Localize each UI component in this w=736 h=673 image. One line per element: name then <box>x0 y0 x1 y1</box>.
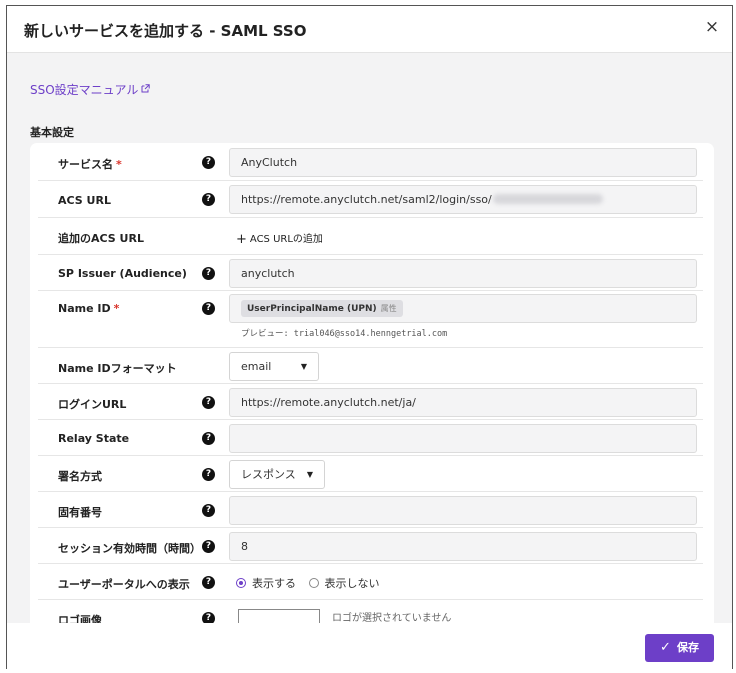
session-hours-input[interactable]: 8 <box>229 532 697 561</box>
row-service-name: サービス名 * ? AnyClutch <box>38 143 703 181</box>
required-mark: * <box>113 302 120 315</box>
row-relay-state: Relay State ? <box>38 420 703 456</box>
redacted-text <box>492 194 603 204</box>
sso-manual-link-label: SSO設定マニュアル <box>30 83 139 97</box>
help-icon[interactable]: ? <box>202 156 215 169</box>
row-login-url: ログインURL ? https://remote.anyclutch.net/j… <box>38 384 703 420</box>
name-id-format-label: Name IDフォーマット <box>58 362 177 375</box>
dialog-footer: ✓ 保存 <box>7 623 732 670</box>
radio-hide[interactable]: 表示しない <box>308 575 380 591</box>
help-icon[interactable]: ? <box>202 302 215 315</box>
chevron-down-icon: ▼ <box>306 470 313 479</box>
name-id-input[interactable]: UserPrincipalName (UPN) 属性 <box>229 294 697 323</box>
row-portal-display: ユーザーポータルへの表示 ? 表示する 表示しない <box>38 564 703 600</box>
required-mark: * <box>116 158 122 171</box>
relay-state-label: Relay State <box>58 432 130 445</box>
dialog-body: SSO設定マニュアル 基本設定 サービス名 * ? AnyClutch ACS U… <box>7 53 732 623</box>
add-service-dialog: 新しいサービスを追加する - SAML SSO × SSO設定マニュアル 基本設… <box>6 5 733 670</box>
radio-unselected-icon <box>308 578 319 588</box>
row-unique-number: 固有番号 ? <box>38 492 703 528</box>
help-icon[interactable]: ? <box>202 396 215 409</box>
check-icon: ✓ <box>660 640 671 655</box>
name-id-preview: プレビュー: trial046@sso14.henngetrial.com <box>241 329 448 339</box>
plus-icon: + <box>236 232 247 247</box>
help-icon[interactable]: ? <box>202 432 215 445</box>
row-sp-issuer: SP Issuer (Audience) ? anyclutch <box>38 255 703 291</box>
logo-image-label: ロゴ画像 <box>58 614 102 623</box>
session-hours-label: セッション有効時間（時間） <box>58 542 201 555</box>
acs-url-input[interactable]: https://remote.anyclutch.net/saml2/login… <box>229 185 697 214</box>
unique-number-input[interactable] <box>229 496 697 525</box>
add-acs-url-button[interactable]: + ACS URLの追加 <box>236 230 323 247</box>
signature-method-select[interactable]: レスポンス ▼ <box>229 460 325 489</box>
radio-show[interactable]: 表示する <box>236 575 296 591</box>
row-logo-image: ロゴ画像 ? ロゴが選択されていません <box>38 600 703 623</box>
sso-manual-link[interactable]: SSO設定マニュアル <box>30 81 151 98</box>
service-name-label: サービス名 * <box>58 158 122 171</box>
row-signature-method: 署名方式 ? レスポンス ▼ <box>38 456 703 492</box>
tag-kind: 属性 <box>380 304 397 313</box>
dialog-title: 新しいサービスを追加する - SAML SSO <box>24 22 307 40</box>
service-name-input[interactable]: AnyClutch <box>229 148 697 177</box>
row-name-id: Name ID * ? UserPrincipalName (UPN) 属性 プレビ… <box>38 291 703 348</box>
logo-status: ロゴが選択されていません <box>332 613 452 623</box>
row-acs-url: ACS URL ? https://remote.anyclutch.net/s… <box>38 181 703 218</box>
radio-selected-icon <box>236 578 246 588</box>
help-icon[interactable]: ? <box>202 468 215 481</box>
help-icon[interactable]: ? <box>202 576 215 589</box>
help-icon[interactable]: ? <box>202 267 215 280</box>
settings-card: サービス名 * ? AnyClutch ACS URL ? https://rem… <box>30 143 714 623</box>
portal-display-radio-group: 表示する 表示しない <box>236 575 389 591</box>
logo-upload-box[interactable] <box>238 609 320 623</box>
unique-number-label: 固有番号 <box>58 506 102 519</box>
name-id-tag[interactable]: UserPrincipalName (UPN) 属性 <box>241 300 403 317</box>
sp-issuer-label: SP Issuer (Audience) <box>58 267 187 280</box>
login-url-input[interactable]: https://remote.anyclutch.net/ja/ <box>229 388 697 417</box>
sp-issuer-input[interactable]: anyclutch <box>229 259 697 288</box>
extra-acs-url-label: 追加のACS URL <box>58 232 144 245</box>
save-button[interactable]: ✓ 保存 <box>645 634 714 662</box>
relay-state-input[interactable] <box>229 424 697 453</box>
row-name-id-format: Name IDフォーマット email ▼ <box>38 348 703 384</box>
close-icon[interactable]: × <box>703 18 721 36</box>
section-title-basic: 基本設定 <box>30 126 74 139</box>
row-extra-acs-url: 追加のACS URL + ACS URLの追加 <box>38 218 703 255</box>
portal-display-label: ユーザーポータルへの表示 <box>58 578 190 591</box>
name-id-format-select[interactable]: email ▼ <box>229 352 319 381</box>
acs-url-label: ACS URL <box>58 194 111 207</box>
external-link-icon <box>141 84 151 96</box>
help-icon[interactable]: ? <box>202 504 215 517</box>
name-id-label: Name ID * <box>58 302 120 315</box>
dialog-header: 新しいサービスを追加する - SAML SSO × <box>7 6 732 53</box>
signature-method-label: 署名方式 <box>58 470 102 483</box>
row-session-hours: セッション有効時間（時間） ? 8 <box>38 528 703 564</box>
chevron-down-icon: ▼ <box>300 362 307 371</box>
login-url-label: ログインURL <box>58 398 127 411</box>
help-icon[interactable]: ? <box>202 540 215 553</box>
help-icon[interactable]: ? <box>202 612 215 623</box>
help-icon[interactable]: ? <box>202 193 215 206</box>
